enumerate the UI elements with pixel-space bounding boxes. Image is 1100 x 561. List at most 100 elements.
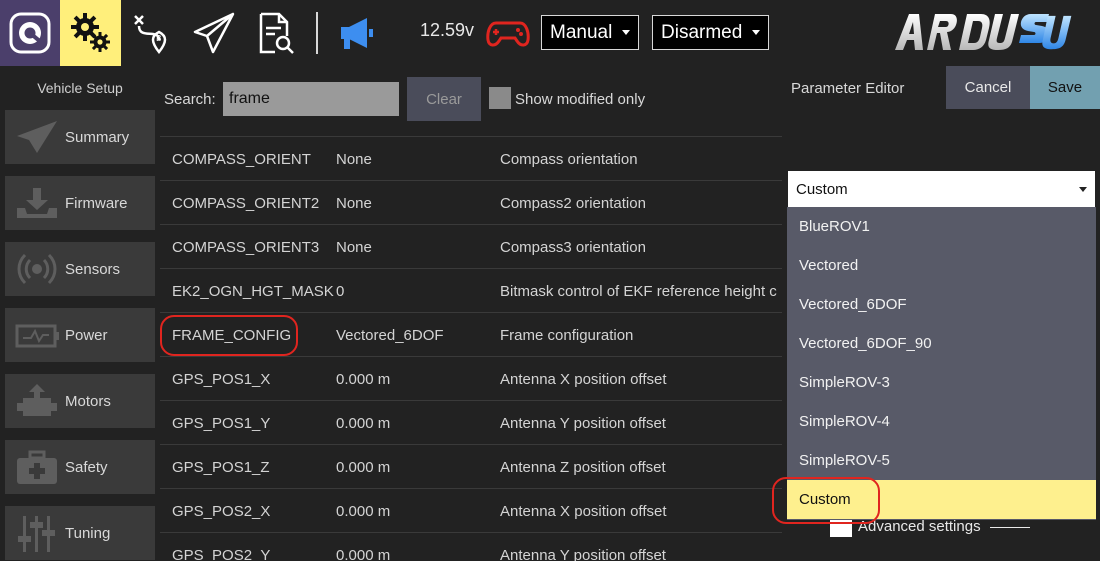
qgc-logo-button[interactable] xyxy=(0,0,60,66)
dropdown-option[interactable]: SimpleROV-3 xyxy=(787,363,1096,402)
show-modified-checkbox[interactable] xyxy=(489,87,511,109)
param-name: COMPASS_ORIENT3 xyxy=(172,239,320,256)
param-name: COMPASS_ORIENT2 xyxy=(172,195,320,212)
advanced-settings-checkbox[interactable] xyxy=(830,520,852,537)
vehicle-setup-title: Vehicle Setup xyxy=(37,80,123,96)
cancel-button[interactable]: Cancel xyxy=(946,66,1030,109)
paper-plane-icon xyxy=(17,121,57,153)
sidebar-item-label: Motors xyxy=(65,392,111,410)
param-name: GPS_POS1_Z xyxy=(172,459,270,476)
param-value: Vectored_6DOF xyxy=(336,327,444,344)
combobox-value: Custom xyxy=(796,180,848,198)
param-description: Compass3 orientation xyxy=(500,239,646,256)
sidebar-item-label: Safety xyxy=(65,458,108,476)
param-description: Antenna X position offset xyxy=(500,503,667,520)
analyze-view-button[interactable] xyxy=(245,0,307,66)
gears-icon xyxy=(70,13,110,52)
save-button[interactable]: Save xyxy=(1030,66,1100,109)
setup-view-button[interactable] xyxy=(60,0,121,66)
frame-value-combobox[interactable]: Custom xyxy=(787,170,1096,208)
param-value: 0.000 m xyxy=(336,547,391,561)
param-value: 0.000 m xyxy=(336,503,391,520)
clear-button[interactable]: Clear xyxy=(407,77,481,121)
advanced-settings-label: Advanced settings xyxy=(858,518,981,535)
dropdown-option[interactable]: Vectored_6DOF_90 xyxy=(787,324,1096,363)
param-value: None xyxy=(336,239,372,256)
motor-icon xyxy=(17,384,57,416)
messages-button[interactable] xyxy=(326,0,384,66)
search-label: Search: xyxy=(164,91,216,108)
analyze-document-icon xyxy=(259,12,294,54)
flight-mode-select[interactable]: Manual xyxy=(541,15,639,50)
sidebar-item-power[interactable]: Power xyxy=(5,308,155,362)
param-description: Compass2 orientation xyxy=(500,195,646,212)
param-name: GPS_POS1_X xyxy=(172,371,271,388)
table-row-frame-config[interactable]: FRAME_CONFIG Vectored_6DOF Frame configu… xyxy=(160,313,782,357)
ardusub-logo xyxy=(895,14,1072,50)
sidebar-item-sensors[interactable]: Sensors xyxy=(5,242,155,296)
table-row[interactable]: GPS_POS1_Y 0.000 m Antenna Y position of… xyxy=(160,401,782,445)
first-aid-icon xyxy=(17,450,57,484)
table-row[interactable]: COMPASS_ORIENT3 None Compass3 orientatio… xyxy=(160,225,782,269)
param-value: None xyxy=(336,195,372,212)
parameter-editor-panel: Parameter Editor Cancel Save Custom Adva… xyxy=(782,66,1100,561)
table-row[interactable]: GPS_POS2_X 0.000 m Antenna X position of… xyxy=(160,489,782,533)
sidebar-item-label: Tuning xyxy=(65,524,111,542)
param-value: 0.000 m xyxy=(336,459,391,476)
toolbar-divider xyxy=(316,12,318,54)
parameter-editor-title: Parameter Editor xyxy=(791,80,905,97)
dropdown-option[interactable]: SimpleROV-5 xyxy=(787,441,1096,480)
sidebar-item-safety[interactable]: Safety xyxy=(5,440,155,494)
param-name: FRAME_CONFIG xyxy=(172,327,292,344)
param-name: EK2_OGN_HGT_MASK xyxy=(172,283,334,300)
param-name: COMPASS_ORIENT xyxy=(172,151,311,168)
sliders-icon xyxy=(18,516,55,552)
param-description: Compass orientation xyxy=(500,151,638,168)
param-value: 0.000 m xyxy=(336,371,391,388)
plan-view-button[interactable]: B xyxy=(121,0,183,66)
sidebar-item-motors[interactable]: Motors xyxy=(5,374,155,428)
param-description: Bitmask control of EKF reference height … xyxy=(500,283,777,300)
divider xyxy=(990,527,1030,528)
battery-voltage[interactable]: 12.59v xyxy=(420,20,474,41)
dropdown-option[interactable]: BlueROV1 xyxy=(787,207,1096,246)
arm-state-select[interactable]: Disarmed xyxy=(652,15,769,50)
table-row[interactable]: COMPASS_ORIENT2 None Compass2 orientatio… xyxy=(160,181,782,225)
sidebar-item-summary[interactable]: Summary xyxy=(5,110,155,164)
param-description: Frame configuration xyxy=(500,327,634,344)
svg-text:B: B xyxy=(156,34,162,43)
download-icon xyxy=(17,188,57,218)
param-value: 0.000 m xyxy=(336,415,391,432)
parameter-table: COMPASS_ORIENT None Compass orientation … xyxy=(160,94,782,561)
parameter-list-panel: COMPASS_ORIENT None Compass orientation … xyxy=(160,66,782,561)
show-modified-label: Show modified only xyxy=(515,91,646,108)
fly-view-button[interactable] xyxy=(183,0,245,66)
flight-mode-value: Manual xyxy=(550,21,613,43)
param-description: Antenna Y position offset xyxy=(500,547,666,561)
sidebar-item-label: Firmware xyxy=(65,194,128,212)
dropdown-option[interactable]: Vectored xyxy=(787,246,1096,285)
param-description: Antenna X position offset xyxy=(500,371,667,388)
battery-icon xyxy=(15,324,59,348)
param-value: None xyxy=(336,151,372,168)
table-row[interactable]: COMPASS_ORIENT None Compass orientation xyxy=(160,137,782,181)
search-input[interactable] xyxy=(223,82,399,116)
table-row[interactable]: EK2_OGN_HGT_MASK 0 Bitmask control of EK… xyxy=(160,269,782,313)
megaphone-icon xyxy=(341,18,373,49)
sidebar-item-firmware[interactable]: Firmware xyxy=(5,176,155,230)
dropdown-option[interactable]: Vectored_6DOF xyxy=(787,285,1096,324)
dropdown-option-selected[interactable]: Custom xyxy=(787,480,1096,519)
param-name: GPS_POS2_Y xyxy=(172,547,271,561)
table-row[interactable]: GPS_POS1_Z 0.000 m Antenna Z position of… xyxy=(160,445,782,489)
sidebar-item-tuning[interactable]: Tuning xyxy=(5,506,155,560)
dropdown-option[interactable]: SimpleROV-4 xyxy=(787,402,1096,441)
frame-dropdown-list: BlueROV1 Vectored Vectored_6DOF Vectored… xyxy=(787,207,1096,520)
sidebar-item-label: Power xyxy=(65,326,108,344)
arm-state-value: Disarmed xyxy=(661,21,743,43)
chevron-down-icon xyxy=(1079,187,1087,192)
table-row[interactable]: GPS_POS2_Y 0.000 m Antenna Y position of… xyxy=(160,533,782,561)
sidebar-item-label: Summary xyxy=(65,128,130,146)
vehicle-setup-sidebar: Vehicle Setup Summary Firmware Sensors P… xyxy=(0,66,160,561)
table-row[interactable]: GPS_POS1_X 0.000 m Antenna X position of… xyxy=(160,357,782,401)
gamepad-icon[interactable] xyxy=(486,18,530,48)
